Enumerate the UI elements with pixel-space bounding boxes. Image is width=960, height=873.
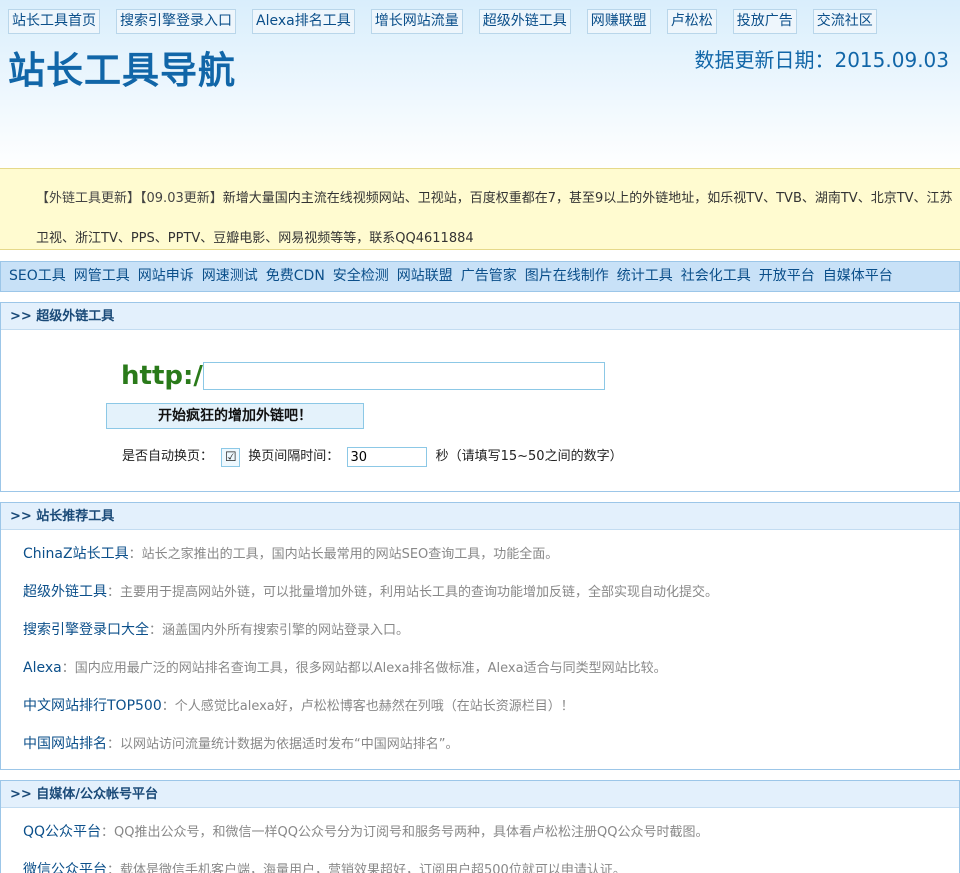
- category-admin[interactable]: 网管工具: [74, 262, 130, 291]
- interval-hint: 秒（请填写15~50之间的数字）: [435, 449, 623, 464]
- category-open-platform[interactable]: 开放平台: [759, 262, 815, 291]
- site-title: 站长工具导航: [8, 48, 236, 92]
- list-item: 超级外链工具：主要用于提高网站外链，可以批量增加外链，利用站长工具的查询功能增加…: [23, 573, 959, 611]
- category-self-media[interactable]: 自媒体平台: [823, 262, 893, 291]
- recommend-desc: ：涵盖国内外所有搜索引擎的网站登录入口。: [149, 623, 410, 638]
- category-ads[interactable]: 广告管家: [461, 262, 517, 291]
- recommend-link[interactable]: ChinaZ站长工具: [23, 546, 129, 562]
- topnav-backlink-tool[interactable]: 超级外链工具: [478, 9, 571, 34]
- recommend-link[interactable]: 中文网站排行TOP500: [23, 698, 162, 714]
- list-item: Alexa：国内应用最广泛的网站排名查询工具，很多网站都以Alexa排名做标准，…: [23, 649, 959, 687]
- topnav-search-engine-submit[interactable]: 搜索引擎登录入口: [116, 9, 236, 34]
- list-item: 微信公众平台：载体是微信手机客户端，海量用户，营销效果超好，订阅用户超500位就…: [23, 851, 959, 873]
- interval-input[interactable]: [347, 447, 428, 467]
- category-appeal[interactable]: 网站申诉: [138, 262, 194, 291]
- media-list: QQ公众平台：QQ推出公众号，和微信一样QQ公众号分为订阅号和服务号两种，具体看…: [1, 808, 959, 873]
- panel-heading: >> 站长推荐工具: [1, 503, 959, 530]
- recommend-link[interactable]: 中国网站排名: [23, 736, 107, 752]
- notice-tag-update: 【外链工具更新】: [36, 191, 141, 206]
- notice-tag-date: 【09.03更新】: [140, 191, 223, 206]
- recommend-desc: ：以网站访问流量统计数据为依据适时发布“中国网站排名”。: [107, 737, 459, 752]
- category-stats[interactable]: 统计工具: [617, 262, 673, 291]
- recommend-link[interactable]: Alexa: [23, 660, 62, 676]
- recommend-link[interactable]: 搜索引擎登录口大全: [23, 622, 149, 638]
- category-security[interactable]: 安全检测: [333, 262, 389, 291]
- backlink-tool-panel: >> 超级外链工具 http:// 开始疯狂的增加外链吧！ 是否自动换页： ☑ …: [0, 302, 960, 492]
- options-row: 是否自动换页： ☑ 换页间隔时间： 秒（请填写15~50之间的数字）: [122, 446, 623, 468]
- url-input[interactable]: [203, 362, 605, 390]
- media-desc: ：载体是微信手机客户端，海量用户，营销效果超好，订阅用户超500位就可以申请认证…: [107, 863, 626, 873]
- list-item: 中国网站排名：以网站访问流量统计数据为依据适时发布“中国网站排名”。: [23, 725, 959, 763]
- start-button[interactable]: 开始疯狂的增加外链吧！: [106, 403, 364, 429]
- panel-heading: >> 超级外链工具: [1, 303, 959, 330]
- category-social[interactable]: 社会化工具: [681, 262, 751, 291]
- category-image[interactable]: 图片在线制作: [525, 262, 609, 291]
- topnav-lusongsong[interactable]: 卢松松: [666, 9, 717, 34]
- list-item: ChinaZ站长工具：站长之家推出的工具，国内站长最常用的网站SEO查询工具，功…: [23, 535, 959, 573]
- list-item: 中文网站排行TOP500：个人感觉比alexa好，卢松松博客也赫然在列哦（在站长…: [23, 687, 959, 725]
- category-speedtest[interactable]: 网速测试: [202, 262, 258, 291]
- update-date: 数据更新日期：2015.09.03: [694, 48, 949, 72]
- http-prefix-label: http://: [121, 361, 213, 391]
- auto-page-checkbox[interactable]: ☑: [221, 447, 241, 467]
- notice-banner: 【外链工具更新】【09.03更新】新增大量国内主流在线视频网站、卫视站，百度权重…: [0, 168, 960, 250]
- recommend-desc: ：国内应用最广泛的网站排名查询工具，很多网站都以Alexa排名做标准，Alexa…: [61, 661, 667, 676]
- list-item: QQ公众平台：QQ推出公众号，和微信一样QQ公众号分为订阅号和服务号两种，具体看…: [23, 813, 959, 851]
- topnav-traffic[interactable]: 增长网站流量: [370, 9, 463, 34]
- category-cdn[interactable]: 免费CDN: [266, 262, 325, 291]
- panel-heading: >> 自媒体/公众帐号平台: [1, 781, 959, 808]
- top-nav: 站长工具首页 搜索引擎登录入口 Alexa排名工具 增长网站流量 超级外链工具 网赚联盟卢…: [8, 9, 893, 35]
- recommend-desc: ：主要用于提高网站外链，可以批量增加外链，利用站长工具的查询功能增加反链，全部实…: [107, 585, 719, 600]
- recommend-link[interactable]: 超级外链工具: [23, 584, 107, 600]
- topnav-affiliate[interactable]: 网赚联盟: [586, 9, 651, 34]
- media-link[interactable]: QQ公众平台: [23, 824, 101, 840]
- recommend-desc: ：个人感觉比alexa好，卢松松博客也赫然在列哦（在站长资源栏目）！: [161, 699, 574, 714]
- topnav-community[interactable]: 交流社区: [812, 9, 877, 34]
- list-item: 搜索引擎登录口大全：涵盖国内外所有搜索引擎的网站登录入口。: [23, 611, 959, 649]
- category-bar: SEO工具 网管工具 网站申诉 网速测试 免费CDN 安全检测 网站联盟 广告管家 图片在线制作…: [0, 261, 960, 292]
- media-link[interactable]: 微信公众平台: [23, 862, 107, 873]
- topnav-home[interactable]: 站长工具首页: [8, 9, 100, 34]
- auto-page-label: 是否自动换页：: [122, 449, 214, 464]
- recommend-desc: ：站长之家推出的工具，国内站长最常用的网站SEO查询工具，功能全面。: [128, 547, 559, 562]
- topnav-advertise[interactable]: 投放广告: [732, 9, 797, 34]
- recommend-tools-panel: >> 站长推荐工具 ChinaZ站长工具：站长之家推出的工具，国内站长最常用的网…: [0, 502, 960, 770]
- media-desc: ：QQ推出公众号，和微信一样QQ公众号分为订阅号和服务号两种，具体看卢松松注册Q…: [101, 825, 709, 840]
- category-union[interactable]: 网站联盟: [397, 262, 453, 291]
- self-media-panel: >> 自媒体/公众帐号平台 QQ公众平台：QQ推出公众号，和微信一样QQ公众号分…: [0, 780, 960, 873]
- interval-label: 换页间隔时间：: [248, 449, 340, 464]
- recommend-list: ChinaZ站长工具：站长之家推出的工具，国内站长最常用的网站SEO查询工具，功…: [1, 530, 959, 763]
- topnav-alexa[interactable]: Alexa排名工具: [252, 9, 355, 34]
- category-seo[interactable]: SEO工具: [9, 262, 66, 291]
